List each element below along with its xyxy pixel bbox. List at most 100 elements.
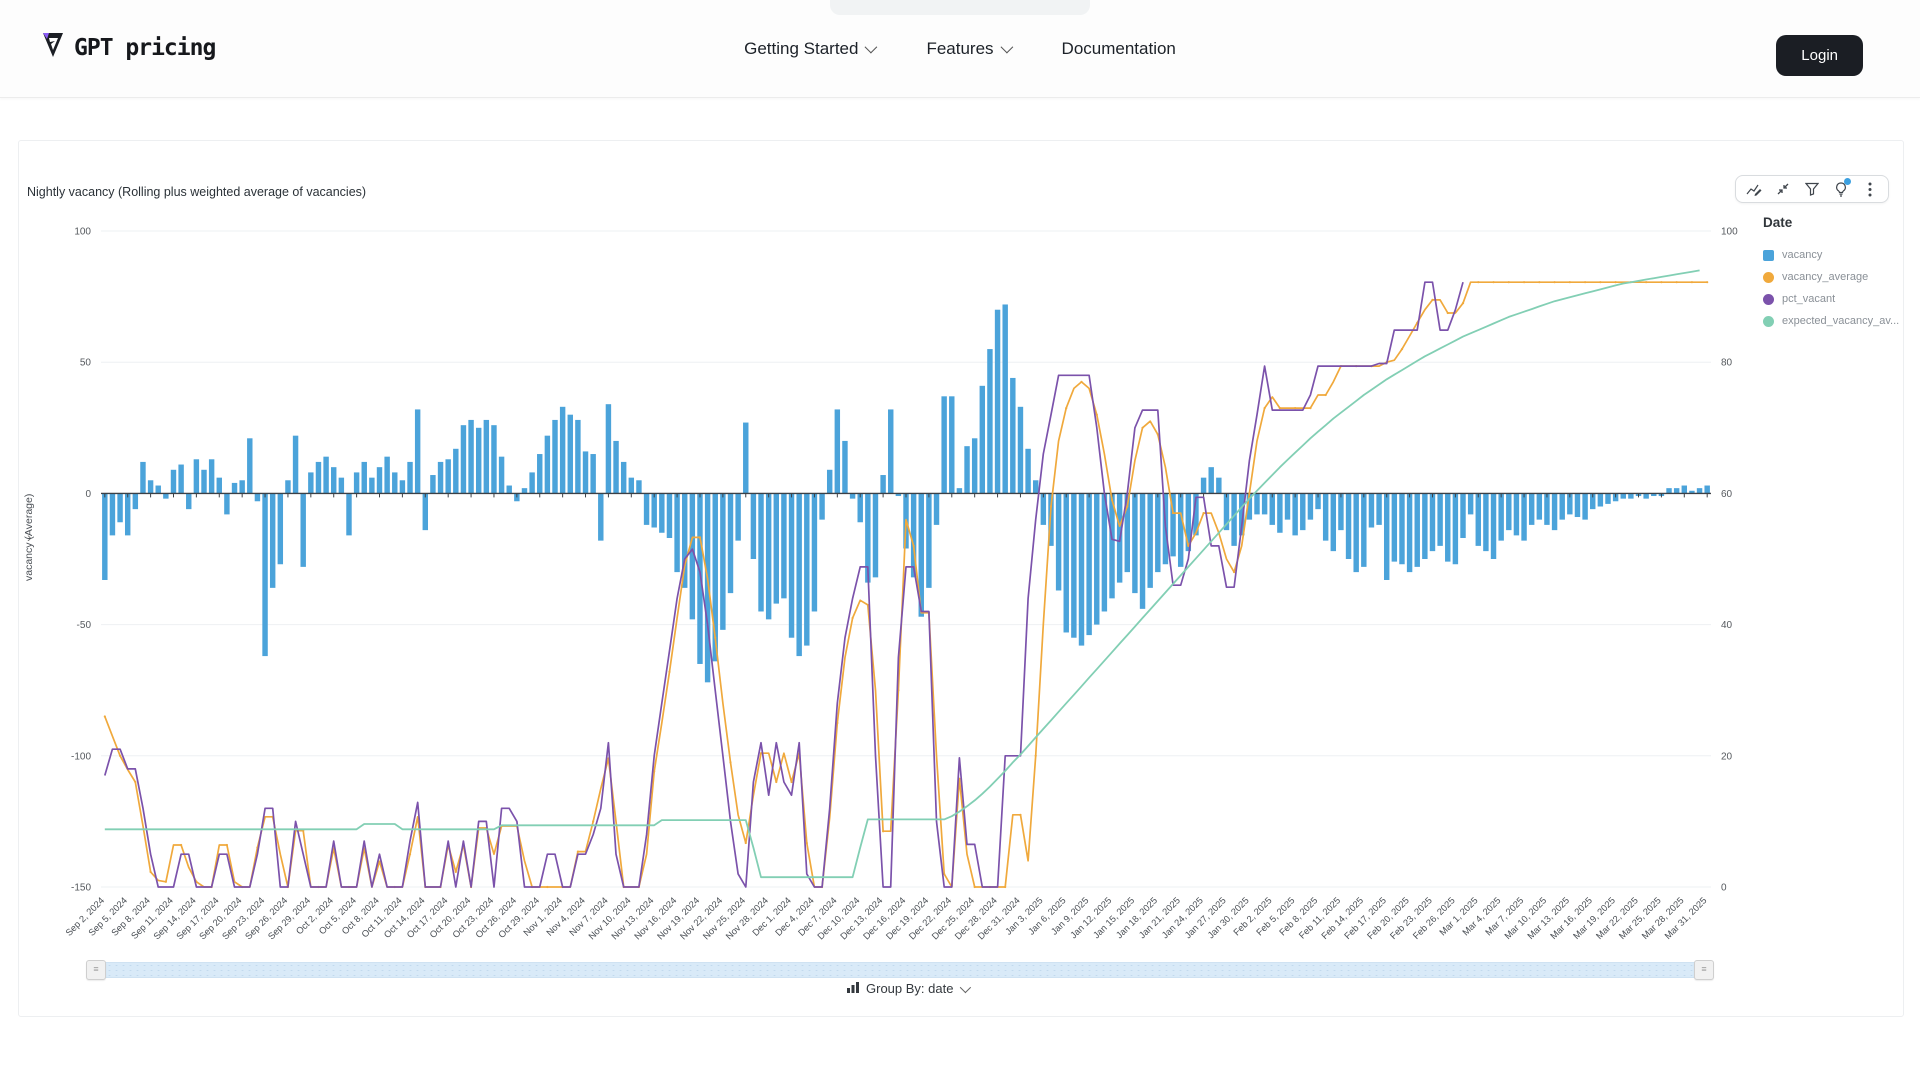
legend-swatch bbox=[1763, 272, 1774, 283]
vacancy-bar bbox=[453, 449, 458, 494]
vacancy-bar bbox=[346, 493, 351, 535]
nav-item-getting-started[interactable]: Getting Started bbox=[744, 39, 874, 59]
vacancy-bar bbox=[758, 493, 763, 611]
vacancy-bar bbox=[140, 462, 145, 493]
vacancy-bar bbox=[697, 493, 702, 664]
vacancy-bar bbox=[171, 470, 176, 494]
vacancy-bar bbox=[1437, 493, 1442, 545]
legend-item-vacancy[interactable]: vacancy bbox=[1763, 244, 1899, 266]
scrollbar-right-handle[interactable]: ≡ bbox=[1694, 960, 1714, 980]
vacancy-bar bbox=[575, 420, 580, 493]
vacancy-bar bbox=[781, 493, 786, 598]
vacancy-bar bbox=[300, 493, 305, 566]
vacancy-bar bbox=[934, 493, 939, 524]
vacancy-bar bbox=[804, 493, 809, 645]
vacancy-bar bbox=[1445, 493, 1450, 561]
svg-text:50: 50 bbox=[80, 358, 92, 369]
vacancy-bar bbox=[842, 441, 847, 493]
vacancy-bar bbox=[1086, 493, 1091, 635]
more-menu-icon[interactable] bbox=[1862, 181, 1878, 197]
vacancy-bar bbox=[1605, 493, 1610, 503]
vacancy-bar bbox=[1392, 493, 1397, 561]
chart-pan-scrollbar[interactable] bbox=[105, 962, 1695, 978]
group-by-chart-icon bbox=[847, 981, 859, 996]
legend-item-expected-vacancy-av-[interactable]: expected_vacancy_av... bbox=[1763, 310, 1899, 332]
vacancy-bar bbox=[835, 409, 840, 493]
vacancy-bar bbox=[1147, 493, 1152, 587]
vacancy-bar bbox=[262, 493, 267, 656]
vacancy-bar bbox=[1460, 493, 1465, 538]
svg-text:100: 100 bbox=[1721, 227, 1738, 238]
expected_vacancy_avg-line[interactable] bbox=[105, 270, 1700, 877]
vacancy-bar bbox=[461, 425, 466, 493]
nav-item-features[interactable]: Features bbox=[926, 39, 1009, 59]
vacancy-bar bbox=[858, 493, 863, 522]
vacancy-bar bbox=[499, 457, 504, 494]
legend-label: vacancy bbox=[1782, 249, 1822, 261]
vacancy-bar bbox=[621, 462, 626, 493]
group-by-control[interactable]: Group By: date bbox=[847, 981, 968, 996]
vacancy-bar bbox=[1552, 493, 1557, 530]
vacancy-bar bbox=[949, 396, 954, 493]
vacancy-bar bbox=[156, 486, 161, 494]
vacancy-bar bbox=[880, 475, 885, 493]
vacancy-bar bbox=[331, 467, 336, 493]
notification-dot bbox=[1844, 178, 1851, 185]
vacancy-bar bbox=[1430, 493, 1435, 551]
nav-item-label: Documentation bbox=[1062, 39, 1176, 59]
vacancy-bar bbox=[1453, 493, 1458, 564]
vacancy-bar bbox=[323, 457, 328, 494]
vacancy-bar bbox=[1415, 493, 1420, 566]
vacancy-bar bbox=[133, 493, 138, 509]
vacancy-chart-plot[interactable]: 100500-50-100-150100806040200Sep 2, 2024… bbox=[19, 141, 1903, 959]
vacancy-bar bbox=[1064, 493, 1069, 632]
vacancy-bar bbox=[1056, 493, 1061, 590]
scrollbar-left-handle[interactable]: ≡ bbox=[86, 960, 106, 980]
collapse-icon[interactable] bbox=[1775, 181, 1791, 197]
svg-text:-150: -150 bbox=[71, 883, 91, 894]
vacancy-bar bbox=[980, 386, 985, 494]
vacancy-bar bbox=[415, 409, 420, 493]
vacancy-bar bbox=[125, 493, 130, 535]
vacancy-bar bbox=[1353, 493, 1358, 572]
vacancy-bar bbox=[796, 493, 801, 656]
vacancy-bar bbox=[1621, 493, 1626, 498]
vacancy_average-line[interactable] bbox=[104, 281, 1709, 888]
vacancy-bar bbox=[430, 475, 435, 493]
vacancy-bar bbox=[568, 415, 573, 494]
vacancy-bar bbox=[102, 493, 107, 580]
legend-label: expected_vacancy_av... bbox=[1782, 315, 1899, 327]
legend-item-pct-vacant[interactable]: pct_vacant bbox=[1763, 288, 1899, 310]
group-by-label: Group By: date bbox=[866, 981, 953, 996]
vacancy-bar bbox=[1254, 493, 1259, 514]
vacancy-bar bbox=[1598, 493, 1603, 506]
login-button[interactable]: Login bbox=[1776, 35, 1863, 76]
vacancy-bar bbox=[1666, 488, 1671, 493]
filter-icon[interactable] bbox=[1804, 181, 1820, 197]
vacancy-bar bbox=[1399, 493, 1404, 564]
vacancy-bar bbox=[1102, 493, 1107, 611]
vacancy-bar bbox=[1529, 493, 1534, 524]
vacancy-bar bbox=[636, 480, 641, 493]
vacancy-bar bbox=[1094, 493, 1099, 624]
insights-bulb-icon[interactable] bbox=[1833, 181, 1849, 197]
chart-card: Nightly vacancy (Rolling plus weighted a… bbox=[18, 140, 1904, 1017]
vacancy-bar bbox=[1498, 493, 1503, 540]
vacancy-bar bbox=[186, 493, 191, 509]
legend-title: Date bbox=[1763, 215, 1899, 230]
vacancy-bar bbox=[751, 493, 756, 559]
vacancy-bar bbox=[209, 459, 214, 493]
vacancy-bar bbox=[194, 459, 199, 493]
legend-item-vacancy-average[interactable]: vacancy_average bbox=[1763, 266, 1899, 288]
annotate-chart-icon[interactable] bbox=[1746, 181, 1762, 197]
vacancy-bar bbox=[1262, 493, 1267, 514]
chevron-down-icon bbox=[865, 41, 878, 54]
chevron-down-icon bbox=[1000, 41, 1013, 54]
nav-item-documentation[interactable]: Documentation bbox=[1062, 39, 1176, 59]
vacancy-bar bbox=[1575, 493, 1580, 517]
vacancy-bar bbox=[560, 407, 565, 494]
chevron-down-icon bbox=[960, 981, 971, 992]
vacancy-bar bbox=[1178, 493, 1183, 566]
vacancy-bar bbox=[445, 459, 450, 493]
vacancy-bar bbox=[1476, 493, 1481, 545]
